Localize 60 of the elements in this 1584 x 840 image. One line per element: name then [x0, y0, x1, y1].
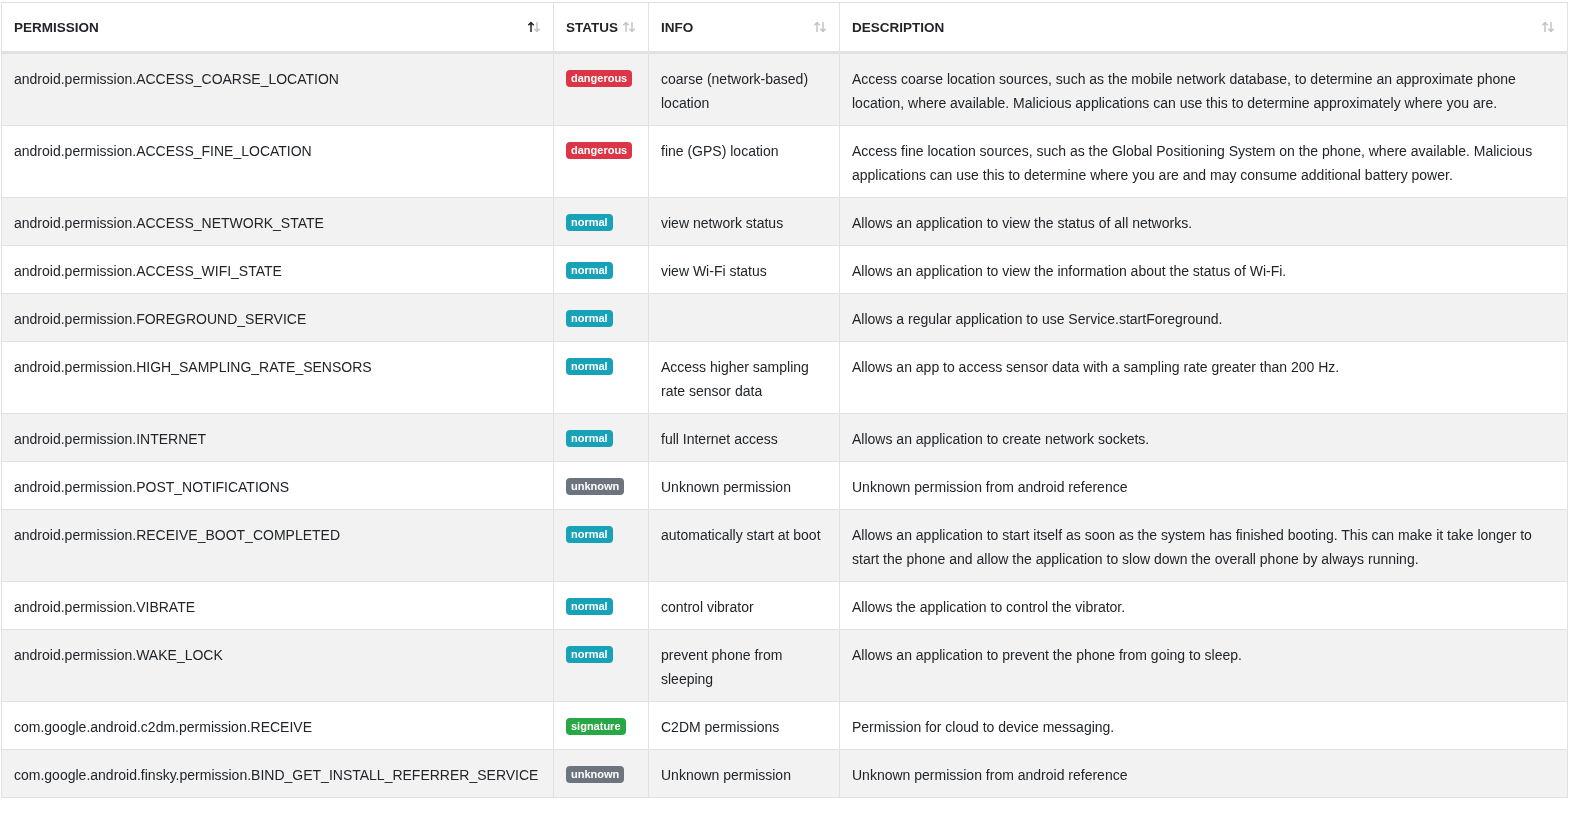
- permission-name: android.permission.POST_NOTIFICATIONS: [14, 479, 290, 495]
- status-badge: normal: [566, 214, 613, 231]
- info-text: fine (GPS) location: [661, 143, 779, 159]
- info-text: Unknown permission: [661, 479, 791, 495]
- permission-name: android.permission.HIGH_SAMPLING_RATE_SENSORS: [14, 359, 372, 375]
- description-text: Allows an application to view the information about the status of Wi-Fi.: [852, 263, 1287, 279]
- status-badge: normal: [566, 262, 613, 279]
- description-text: Allows a regular application to use Service.startForeground.: [852, 311, 1223, 327]
- status-badge: normal: [566, 430, 613, 447]
- column-header[interactable]: PERMISSION: [1, 2, 554, 53]
- info-text: Unknown permission: [661, 767, 791, 783]
- info-text: coarse (network-based) location: [661, 71, 809, 111]
- status-badge: normal: [566, 526, 613, 543]
- permission-name: android.permission.ACCESS_NETWORK_STATE: [14, 215, 324, 231]
- column-label: DESCRIPTION: [852, 19, 945, 35]
- description-text: Allows the application to control the vibrator.: [852, 599, 1126, 615]
- info-text: C2DM permissions: [661, 719, 780, 735]
- description-text: Unknown permission from android reference: [852, 767, 1128, 783]
- permission-name: android.permission.FOREGROUND_SERVICE: [14, 311, 307, 327]
- info-text: Access higher sampling rate sensor data: [661, 359, 809, 399]
- permission-name: com.google.android.c2dm.permission.RECEIVE: [14, 719, 313, 735]
- status-badge: normal: [566, 598, 613, 615]
- description-text: Allows an application to create network sockets.: [852, 431, 1150, 447]
- status-badge: normal: [566, 358, 613, 375]
- info-text: prevent phone from sleeping: [661, 647, 783, 687]
- permission-name: android.permission.VIBRATE: [14, 599, 196, 615]
- column-header[interactable]: DESCRIPTION: [839, 2, 1568, 53]
- status-badge: unknown: [566, 766, 625, 783]
- status-badge: dangerous: [566, 142, 633, 159]
- column-label: PERMISSION: [14, 19, 99, 35]
- description-text: Allows an application to start itself as soon as the system has finished booting. This can make it take longer to start the phone and allow the application to slow down the overall phone by always running.: [852, 527, 1532, 567]
- info-text: control vibrator: [661, 599, 754, 615]
- column-label: INFO: [661, 19, 694, 35]
- status-badge: signature: [566, 718, 626, 735]
- info-text: automatically start at boot: [661, 527, 821, 543]
- permission-name: android.permission.RECEIVE_BOOT_COMPLETED: [14, 527, 340, 543]
- status-badge: dangerous: [566, 70, 633, 87]
- info-text: full Internet access: [661, 431, 778, 447]
- sort-icon[interactable]: [527, 21, 541, 33]
- description-text: Access fine location sources, such as the Global Positioning System on the phone, where available. Malicious applications can use this to determine where you are and may consume additional battery power.: [852, 143, 1533, 183]
- info-text: view Wi-Fi status: [661, 263, 767, 279]
- permission-name: android.permission.ACCESS_COARSE_LOCATION: [14, 71, 339, 87]
- status-badge: unknown: [566, 478, 625, 495]
- column-label: STATUS: [566, 19, 618, 35]
- status-badge: normal: [566, 310, 613, 327]
- column-header[interactable]: INFO: [648, 2, 840, 53]
- description-text: Permission for cloud to device messaging.: [852, 719, 1115, 735]
- description-text: Allows an application to view the status of all networks.: [852, 215, 1193, 231]
- description-text: Allows an application to prevent the phone from going to sleep.: [852, 647, 1242, 663]
- permission-name: android.permission.WAKE_LOCK: [14, 647, 223, 663]
- permission-name: android.permission.ACCESS_WIFI_STATE: [14, 263, 282, 279]
- column-header[interactable]: STATUS: [553, 2, 649, 53]
- status-badge: normal: [566, 646, 613, 663]
- description-text: Access coarse location sources, such as the mobile network database, to determine an approximate phone location, where available. Malicious applications can use this to determine approximately where you are.: [852, 71, 1516, 111]
- permission-name: android.permission.ACCESS_FINE_LOCATION: [14, 143, 312, 159]
- info-text: view network status: [661, 215, 784, 231]
- description-text: Allows an app to access sensor data with a sampling rate greater than 200 Hz.: [852, 359, 1340, 375]
- permission-name: com.google.android.finsky.permission.BIND_GET_INSTALL_REFERRER_SERVICE: [14, 767, 539, 783]
- description-text: Unknown permission from android reference: [852, 479, 1128, 495]
- permission-name: android.permission.INTERNET: [14, 431, 207, 447]
